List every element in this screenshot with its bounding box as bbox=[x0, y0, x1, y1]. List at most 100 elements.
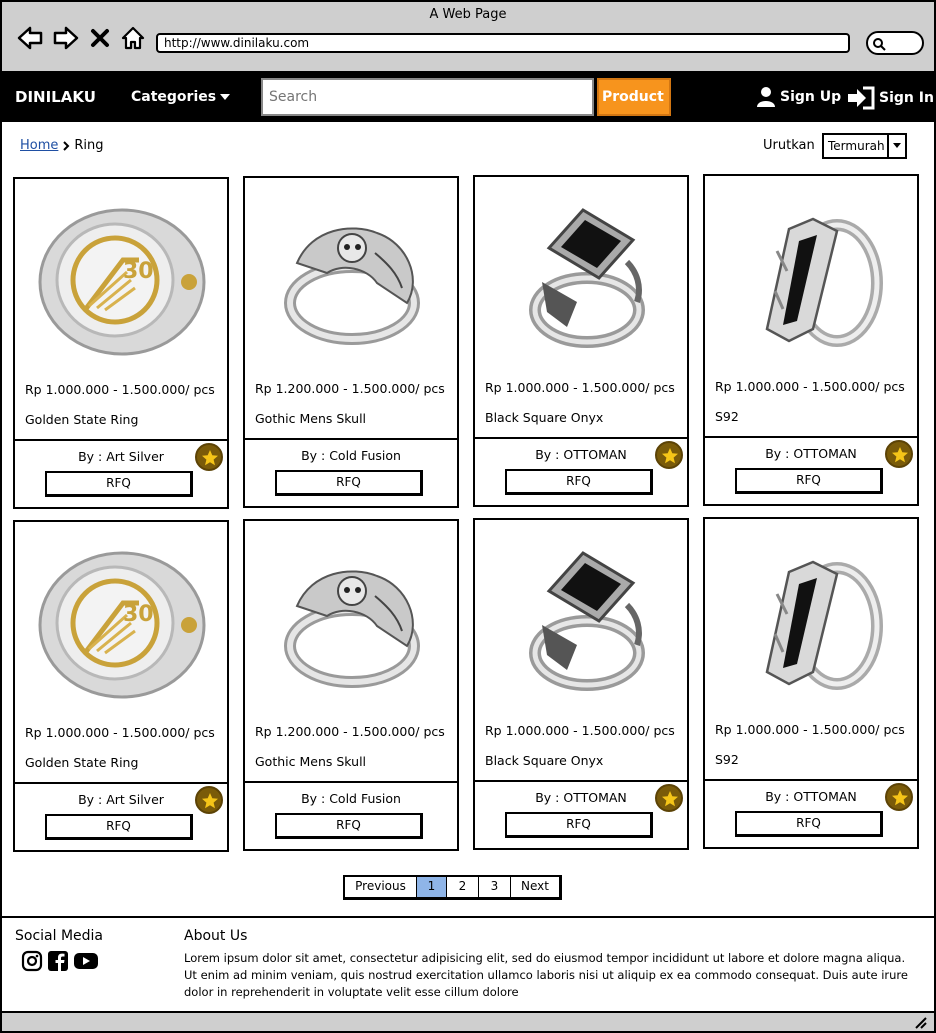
card-divider bbox=[15, 439, 227, 441]
pagination-page-1[interactable]: 1 bbox=[417, 877, 447, 897]
browser-search-pill[interactable] bbox=[866, 31, 924, 55]
product-name[interactable]: S92 bbox=[715, 409, 911, 424]
product-card[interactable]: 30 Rp 1.000.000 - 1.500.000/ pcs Golden St… bbox=[13, 520, 229, 852]
product-card[interactable]: Rp 1.000.000 - 1.500.000/ pcs S92 By : OTT… bbox=[703, 517, 919, 849]
product-dropdown[interactable]: Product bbox=[597, 78, 671, 134]
sign-up-link[interactable]: Sign Up bbox=[756, 86, 841, 108]
pagination-page-3[interactable]: 3 bbox=[479, 877, 511, 897]
user-icon bbox=[757, 87, 775, 107]
svg-text:30: 30 bbox=[123, 602, 154, 627]
breadcrumb-home-link[interactable]: Home bbox=[20, 138, 58, 153]
address-bar[interactable]: http://www.dinilaku.com bbox=[156, 33, 850, 53]
categories-dropdown[interactable]: Categories bbox=[131, 89, 231, 105]
social-icons bbox=[21, 950, 99, 972]
home-icon[interactable] bbox=[120, 24, 146, 52]
pagination: Previous 1 2 3 Next bbox=[343, 875, 562, 900]
product-name[interactable]: Black Square Onyx bbox=[485, 410, 681, 425]
chevron-down-icon bbox=[887, 135, 905, 157]
star-badge-icon[interactable] bbox=[655, 441, 683, 469]
star-badge-icon[interactable] bbox=[655, 784, 683, 812]
card-divider bbox=[245, 438, 457, 440]
back-arrow-icon[interactable] bbox=[16, 24, 44, 52]
search-input[interactable] bbox=[261, 78, 594, 116]
chevron-right-icon bbox=[63, 140, 70, 151]
sign-in-link[interactable]: Sign In bbox=[847, 86, 934, 110]
footer: Social Media About Us Lorem ipsum dolor … bbox=[2, 916, 934, 1011]
browser-status-bar bbox=[0, 1011, 936, 1033]
star-badge-icon[interactable] bbox=[195, 786, 223, 814]
product-price: Rp 1.000.000 - 1.500.000/ pcs bbox=[485, 723, 675, 738]
sign-up-label: Sign Up bbox=[780, 89, 842, 105]
card-divider bbox=[475, 780, 687, 782]
product-image[interactable] bbox=[715, 529, 909, 709]
product-card[interactable]: Rp 1.200.000 - 1.500.000/ pcs Gothic Mens… bbox=[243, 176, 459, 508]
pagination-page-2[interactable]: 2 bbox=[447, 877, 479, 897]
brand-logo[interactable]: DINILAKU bbox=[15, 88, 96, 106]
youtube-icon[interactable] bbox=[73, 950, 99, 972]
product-image[interactable] bbox=[715, 186, 909, 366]
product-name[interactable]: Golden State Ring bbox=[25, 412, 221, 427]
product-price: Rp 1.200.000 - 1.500.000/ pcs bbox=[255, 724, 445, 739]
product-name[interactable]: Black Square Onyx bbox=[485, 753, 681, 768]
product-image[interactable] bbox=[485, 530, 679, 710]
product-image[interactable]: 30 bbox=[25, 532, 219, 712]
breadcrumb: Home Ring bbox=[20, 138, 104, 153]
star-badge-icon[interactable] bbox=[885, 783, 913, 811]
product-image[interactable]: 30 bbox=[25, 189, 219, 369]
breadcrumb-current: Ring bbox=[74, 138, 104, 153]
product-name[interactable]: Gothic Mens Skull bbox=[255, 411, 451, 426]
browser-chrome: A Web Page http://www.dinilaku.com bbox=[0, 0, 936, 72]
product-price: Rp 1.000.000 - 1.500.000/ pcs bbox=[25, 725, 215, 740]
product-card[interactable]: Rp 1.000.000 - 1.500.000/ pcs Black Squar… bbox=[473, 518, 689, 850]
product-seller: By : Cold Fusion bbox=[301, 448, 401, 463]
rfq-button[interactable]: RFQ bbox=[45, 471, 193, 497]
card-divider bbox=[245, 781, 457, 783]
star-badge-icon[interactable] bbox=[885, 440, 913, 468]
pagination-next[interactable]: Next bbox=[511, 877, 559, 897]
rfq-button[interactable]: RFQ bbox=[505, 812, 653, 838]
resize-grip-icon[interactable] bbox=[912, 1015, 928, 1029]
card-divider bbox=[705, 779, 917, 781]
sign-in-icon bbox=[848, 86, 875, 110]
rfq-button[interactable]: RFQ bbox=[735, 811, 883, 837]
rfq-button[interactable]: RFQ bbox=[505, 469, 653, 495]
rfq-button[interactable]: RFQ bbox=[45, 814, 193, 840]
rfq-button[interactable]: RFQ bbox=[735, 468, 883, 494]
categories-label: Categories bbox=[131, 89, 217, 105]
about-us-text: Lorem ipsum dolor sit amet, consectetur … bbox=[184, 951, 908, 999]
product-name[interactable]: S92 bbox=[715, 752, 911, 767]
product-card[interactable]: Rp 1.200.000 - 1.500.000/ pcs Gothic Mens… bbox=[243, 519, 459, 851]
star-badge-icon[interactable] bbox=[195, 443, 223, 471]
card-divider bbox=[475, 437, 687, 439]
instagram-icon[interactable] bbox=[21, 950, 43, 972]
product-price: Rp 1.000.000 - 1.500.000/ pcs bbox=[25, 382, 215, 397]
browser-nav-icons bbox=[16, 24, 146, 52]
product-price: Rp 1.000.000 - 1.500.000/ pcs bbox=[485, 380, 675, 395]
card-divider bbox=[15, 782, 227, 784]
product-label: Product bbox=[602, 89, 664, 105]
sign-in-label: Sign In bbox=[879, 90, 934, 106]
product-image[interactable] bbox=[255, 188, 449, 368]
forward-arrow-icon[interactable] bbox=[52, 24, 80, 52]
product-image[interactable] bbox=[485, 187, 679, 367]
product-seller: By : Cold Fusion bbox=[301, 791, 401, 806]
product-image[interactable] bbox=[255, 531, 449, 711]
pagination-previous[interactable]: Previous bbox=[345, 877, 417, 897]
rfq-button[interactable]: RFQ bbox=[275, 813, 423, 839]
top-navbar: DINILAKU Categories Product Sign Up Sign… bbox=[0, 72, 936, 134]
svg-text:30: 30 bbox=[123, 259, 154, 284]
product-price: Rp 1.200.000 - 1.500.000/ pcs bbox=[255, 381, 445, 396]
sort-select[interactable]: Termurah bbox=[822, 133, 907, 159]
facebook-icon[interactable] bbox=[47, 950, 69, 972]
close-icon[interactable] bbox=[88, 24, 112, 52]
product-name[interactable]: Gothic Mens Skull bbox=[255, 754, 451, 769]
product-card[interactable]: Rp 1.000.000 - 1.500.000/ pcs Black Squar… bbox=[473, 175, 689, 507]
product-card[interactable]: Rp 1.000.000 - 1.500.000/ pcs S92 By : OTT… bbox=[703, 174, 919, 506]
rfq-button[interactable]: RFQ bbox=[275, 470, 423, 496]
caret-down-icon bbox=[220, 94, 231, 100]
product-name[interactable]: Golden State Ring bbox=[25, 755, 221, 770]
sort-selected-value: Termurah bbox=[828, 139, 885, 153]
about-us-title: About Us bbox=[184, 928, 248, 944]
product-card[interactable]: 30 Rp 1.000.000 - 1.500.000/ pcs Golden St… bbox=[13, 177, 229, 509]
social-media-title: Social Media bbox=[15, 928, 104, 944]
